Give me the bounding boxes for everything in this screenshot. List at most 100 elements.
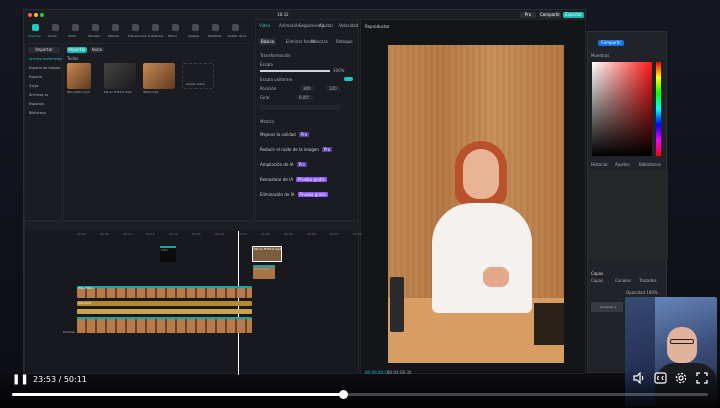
clip-audio-2[interactable] [77,309,252,314]
pos-y-field[interactable]: 100 [326,86,340,91]
uniform-toggle[interactable] [344,77,353,81]
feature-4[interactable]: Eliminación de IA Prueba gratis [260,191,356,198]
ps-props-tab-1[interactable]: Ajustes [615,162,630,167]
progress-track[interactable] [12,390,708,399]
toolbar-icon-0[interactable] [32,24,39,31]
sidebar-item-6[interactable]: Biblioteca [29,110,46,117]
toolbar-item-10[interactable]: Avatar de IA [228,34,246,38]
captions-icon[interactable] [654,372,667,384]
play-pause-icon[interactable]: ❚❚ [12,374,29,385]
export-button[interactable]: Exportar [563,12,584,18]
presenter-hand [483,267,509,287]
pen-holder [390,277,404,332]
ps-props-tab-2[interactable]: Bibliotecas [639,162,661,167]
cloud-tab[interactable]: Nube [90,47,104,53]
sidebar-item-5[interactable]: Espacios [29,101,44,108]
toolbar-icon-5[interactable] [132,24,139,31]
hue-slider[interactable] [656,62,661,156]
ps-layers-tab-1[interactable]: Canales [615,278,631,283]
insp-subtab-0[interactable]: Básico [259,38,277,45]
ruler-tick-5: 00:25 [192,232,201,236]
zoom-dot[interactable] [40,13,44,17]
section-label: Todos [67,56,79,61]
settings-icon[interactable] [675,372,687,384]
media-thumb-2[interactable] [104,63,136,89]
rotate-field[interactable]: 0.00° [296,95,313,100]
toolbar-item-9[interactable]: Plantillas [208,34,221,38]
toolbar-item-5[interactable]: Transiciones [128,34,146,38]
ruler-tick-6: 00:30 [215,232,224,236]
toolbar-item-1[interactable]: Audio [48,34,57,38]
close-dot[interactable] [28,13,32,17]
sidebar-item-0[interactable]: Archivo multimedia [29,56,62,63]
media-thumb-3[interactable] [143,63,175,89]
progress-knob[interactable] [339,390,349,399]
feature-0[interactable]: Mejorar la calidad Pro [260,131,356,138]
clip-main-1[interactable]: IMG_0001 [77,286,252,298]
clip-intro[interactable]: Intro [160,246,176,262]
clip-main-2[interactable] [77,317,252,333]
ps-layers-tab-2[interactable]: Trazados [639,278,657,283]
sidebar-item-3[interactable]: Tuyos [29,83,39,90]
toolbar-icon-9[interactable] [212,24,219,31]
pos-x-field[interactable]: 300 [300,86,314,91]
insp-subtab-2[interactable]: Máscara [309,38,330,45]
insp-subtab-3[interactable]: Retoque [334,38,355,45]
toolbar-icon-8[interactable] [192,24,199,31]
toolbar-icon-1[interactable] [52,24,59,31]
toolbar-item-7[interactable]: Filtros [168,34,177,38]
video-frame[interactable] [388,45,564,363]
toolbar-icon-4[interactable] [112,24,119,31]
feature-2[interactable]: Ampliación de IA Pro [260,161,356,168]
sidebar-item-2[interactable]: Espacio [29,74,42,81]
layer-row[interactable]: Consulta 1 [591,302,623,312]
layers-opacity[interactable]: Opacidad 100% [626,290,658,295]
toolbar-item-0[interactable]: Importar [28,34,41,38]
toolbar-item-2[interactable]: Texto [68,34,76,38]
sidebar-item-1[interactable]: Espacio de trabajo [29,65,60,72]
volume-icon[interactable] [633,372,645,384]
scale-value[interactable]: 100% [333,68,344,73]
add-media-slot[interactable]: Añadir video [182,63,214,89]
toolbar-item-3[interactable]: Stickers [88,34,100,38]
toolbar-icon-2[interactable] [72,24,79,31]
media-thumb-1[interactable] [67,63,91,89]
align-buttons[interactable] [260,105,340,110]
video-player: { "menu_clock": "18:32", "topbar": {"pro… [0,0,720,408]
timeline-panel: 00:00 00:05 00:10 00:15 00:20 00:25 00:30 00:35… [24,221,362,375]
share-button[interactable]: Compartir [539,12,561,18]
ps-props-tab-0[interactable]: Historial [591,162,608,167]
toolbar-item-4[interactable]: Efectos [108,34,119,38]
feature-3[interactable]: Remastear de IA Prueba gratis [260,176,356,183]
ps-share-button[interactable]: Compartir [598,40,624,46]
clip-img3[interactable]: IMG3.mp4 [253,265,275,279]
layers-title: Capas [591,271,604,276]
pro-button[interactable]: Pro [520,12,536,18]
scale-slider[interactable] [260,70,330,72]
toolbar-item-8[interactable]: Ajustes [188,34,199,38]
insp-tab-4[interactable]: Velocidad [339,23,358,28]
ps-layers-tab-0[interactable]: Capas [591,278,603,283]
color-field[interactable] [592,62,652,156]
insp-tab-3[interactable]: Ajustar [319,23,333,28]
sidebar-item-4[interactable]: Archivos ac [29,92,48,99]
toolbar-item-6[interactable]: Subtitulos [148,34,163,38]
sidebar-import[interactable]: Importar [28,47,60,53]
import-button[interactable]: Importar [67,47,87,53]
toolbar-icon-6[interactable] [152,24,159,31]
menu-clock: 18:32 [277,12,289,17]
minimize-dot[interactable] [34,13,38,17]
toolbar-icon-7[interactable] [172,24,179,31]
title-bar: 18:32 Pro Compartir Exportar [24,10,585,19]
clip-mirror[interactable]: Mirror FHS1H.mp4 [252,246,282,262]
ruler-tick-8: 00:40 [261,232,270,236]
ps-swatch-tab[interactable]: Muestras [591,53,609,58]
feature-1[interactable]: Reducir el ruido de la imagen Pro [260,146,356,153]
toolbar-icon-3[interactable] [92,24,99,31]
insp-tab-0[interactable]: Video [259,23,270,28]
toolbar-icon-10[interactable] [232,24,239,31]
insp-tab-1[interactable]: Animación [279,23,300,28]
feature-label-0: Mejorar la calidad [260,132,296,137]
clip-audio[interactable]: Voz.mp3 [77,301,252,306]
fullscreen-icon[interactable] [696,372,708,384]
